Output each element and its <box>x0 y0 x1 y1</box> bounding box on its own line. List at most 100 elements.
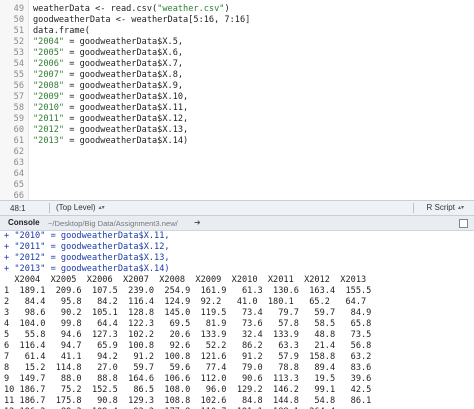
console-line: + "2011" = goodweatherData$X.12, <box>4 242 170 252</box>
scope-selector[interactable]: (Top Level) ▴▾ <box>56 203 105 212</box>
console-line: + "2010" = goodweatherData$X.11, <box>4 231 170 241</box>
line-number: 60 <box>13 125 24 135</box>
code-text: "2012" = goodweatherData$X.13, <box>33 125 188 136</box>
line-number: 58 <box>13 103 24 113</box>
code-line[interactable]: 50 goodweatherData <- weatherData[5:16, 7… <box>0 15 474 26</box>
code-line[interactable]: 55 "2007" = goodweatherData$X.8, <box>0 70 474 81</box>
code-line[interactable]: 54 "2006" = goodweatherData$X.7, <box>0 59 474 70</box>
code-text: "2009" = goodweatherData$X.10, <box>33 92 188 103</box>
code-token: ) <box>224 4 230 14</box>
code-line[interactable]: 52 "2004" = goodweatherData$X.5, <box>0 37 474 48</box>
code-line[interactable]: 61 "2013" = goodweatherData$X.14) <box>0 136 474 147</box>
line-number: 59 <box>13 114 24 124</box>
code-token: "2006" <box>33 59 65 69</box>
console-header: Console ~/Desktop/Big Data/Assignment3.n… <box>0 216 474 231</box>
table-row: 1 189.1 209.6 107.5 239.0 254.9 161.9 61… <box>4 286 372 296</box>
line-number: 64 <box>13 169 24 179</box>
console-line: + "2013" = goodweatherData$X.14) <box>4 264 170 274</box>
line-number: 62 <box>13 147 24 157</box>
table-row: 2 84.4 95.8 84.2 116.4 124.9 92.2 41.0 1… <box>4 297 367 307</box>
code-line[interactable]: 64 <box>0 169 474 180</box>
code-token: "2005" <box>33 48 65 58</box>
working-directory: ~/Desktop/Big Data/Assignment3.new/ <box>48 219 178 228</box>
console-line: + "2012" = goodweatherData$X.13, <box>4 253 170 263</box>
console-title: Console <box>8 218 40 227</box>
code-token: = goodweatherData$X.11, <box>64 103 189 113</box>
code-text: "2010" = goodweatherData$X.11, <box>33 103 188 114</box>
scope-label: (Top Level) <box>56 203 96 212</box>
code-token: weatherData <- read.csv( <box>33 4 158 14</box>
code-token: "2011" <box>33 114 65 124</box>
line-number: 61 <box>13 136 24 146</box>
table-header: X2004 X2005 X2006 X2007 X2008 X2009 X201… <box>4 275 367 285</box>
code-text: "2005" = goodweatherData$X.6, <box>33 48 183 59</box>
code-token: = goodweatherData$X.14) <box>64 136 189 146</box>
code-token: = goodweatherData$X.9, <box>64 81 184 91</box>
file-type-label: R Script <box>426 203 455 212</box>
code-line[interactable]: 49 weatherData <- read.csv("weather.csv") <box>0 4 474 15</box>
status-divider <box>49 203 50 213</box>
code-token: "2008" <box>33 81 65 91</box>
line-number: 66 <box>13 191 24 200</box>
table-row: 8 15.2 114.8 27.0 59.7 59.6 77.4 79.0 78… <box>4 363 372 373</box>
code-token: "2009" <box>33 92 65 102</box>
code-token: = goodweatherData$X.5, <box>64 37 184 47</box>
line-number: 63 <box>13 158 24 168</box>
code-line[interactable]: 63 <box>0 158 474 169</box>
code-token: data.frame( <box>33 26 90 36</box>
line-number: 65 <box>13 180 24 190</box>
editor-status-bar: 48:1 (Top Level) ▴▾ R Script ▴▾ <box>0 200 474 216</box>
code-token: "2013" <box>33 136 65 146</box>
maximize-pane-icon[interactable] <box>459 219 468 228</box>
line-number: 49 <box>13 4 24 14</box>
code-token: = goodweatherData$X.6, <box>64 48 184 58</box>
code-line[interactable]: 56 "2008" = goodweatherData$X.9, <box>0 81 474 92</box>
code-line[interactable]: 60 "2012" = goodweatherData$X.13, <box>0 125 474 136</box>
line-number: 56 <box>13 81 24 91</box>
code-line[interactable]: 59 "2011" = goodweatherData$X.12, <box>0 114 474 125</box>
go-to-directory-icon[interactable]: ➜ <box>194 218 201 227</box>
code-text: "2007" = goodweatherData$X.8, <box>33 70 183 81</box>
chevron-updown-icon: ▴▾ <box>98 205 105 211</box>
line-number: 54 <box>13 59 24 69</box>
code-line[interactable]: 53 "2005" = goodweatherData$X.6, <box>0 48 474 59</box>
code-text: goodweatherData <- weatherData[5:16, 7:1… <box>33 15 250 26</box>
code-token: "2010" <box>33 103 65 113</box>
code-line[interactable]: 65 <box>0 180 474 191</box>
code-text: "2013" = goodweatherData$X.14) <box>33 136 188 147</box>
code-text: "2008" = goodweatherData$X.9, <box>33 81 183 92</box>
code-token: goodweatherData <- weatherData[5:16, 7:1… <box>33 15 251 25</box>
line-number: 57 <box>13 92 24 102</box>
code-token: "2004" <box>33 37 65 47</box>
table-row: 10 186.7 75.2 152.5 86.5 108.0 96.0 129.… <box>4 385 372 395</box>
code-editor[interactable]: 49 weatherData <- read.csv("weather.csv")… <box>0 0 474 200</box>
code-token: = goodweatherData$X.7, <box>64 59 184 69</box>
code-line[interactable]: 66 <box>0 191 474 200</box>
code-token: = goodweatherData$X.10, <box>64 92 189 102</box>
line-number: 50 <box>13 15 24 25</box>
code-line[interactable]: 58 "2010" = goodweatherData$X.11, <box>0 103 474 114</box>
code-text: weatherData <- read.csv("weather.csv") <box>33 4 230 15</box>
console-output[interactable]: + "2010" = goodweatherData$X.11, + "2011"… <box>0 231 474 409</box>
code-token: "weather.csv" <box>157 4 225 14</box>
table-row: 6 116.4 94.7 65.9 100.8 92.6 52.2 86.2 6… <box>4 341 372 351</box>
file-type-selector[interactable]: R Script ▴▾ <box>427 203 464 212</box>
table-row: 5 55.8 94.6 127.3 102.2 20.6 133.9 32.4 … <box>4 330 372 340</box>
table-row: 11 186.7 175.8 90.8 129.3 108.8 102.6 84… <box>4 396 372 406</box>
code-token: = goodweatherData$X.13, <box>64 125 189 135</box>
table-row: 3 98.6 90.2 105.1 128.8 145.0 119.5 73.4… <box>4 308 372 318</box>
code-text: "2011" = goodweatherData$X.12, <box>33 114 188 125</box>
status-divider <box>413 203 414 213</box>
code-text: "2006" = goodweatherData$X.7, <box>33 59 183 70</box>
code-token: = goodweatherData$X.8, <box>64 70 184 80</box>
code-line[interactable]: 57 "2009" = goodweatherData$X.10, <box>0 92 474 103</box>
table-row: 9 149.7 88.0 88.8 164.6 106.6 112.0 90.6… <box>4 374 372 384</box>
line-number: 53 <box>13 48 24 58</box>
table-row: 7 61.4 41.1 94.2 91.2 100.8 121.6 91.2 5… <box>4 352 372 362</box>
code-line[interactable]: 62 <box>0 147 474 158</box>
code-token: "2007" <box>33 70 65 80</box>
code-line[interactable]: 51 data.frame( <box>0 26 474 37</box>
table-row: 4 104.0 99.8 64.4 122.3 69.5 81.9 73.6 5… <box>4 319 372 329</box>
cursor-position: 48:1 <box>10 204 26 213</box>
code-token: "2012" <box>33 125 65 135</box>
